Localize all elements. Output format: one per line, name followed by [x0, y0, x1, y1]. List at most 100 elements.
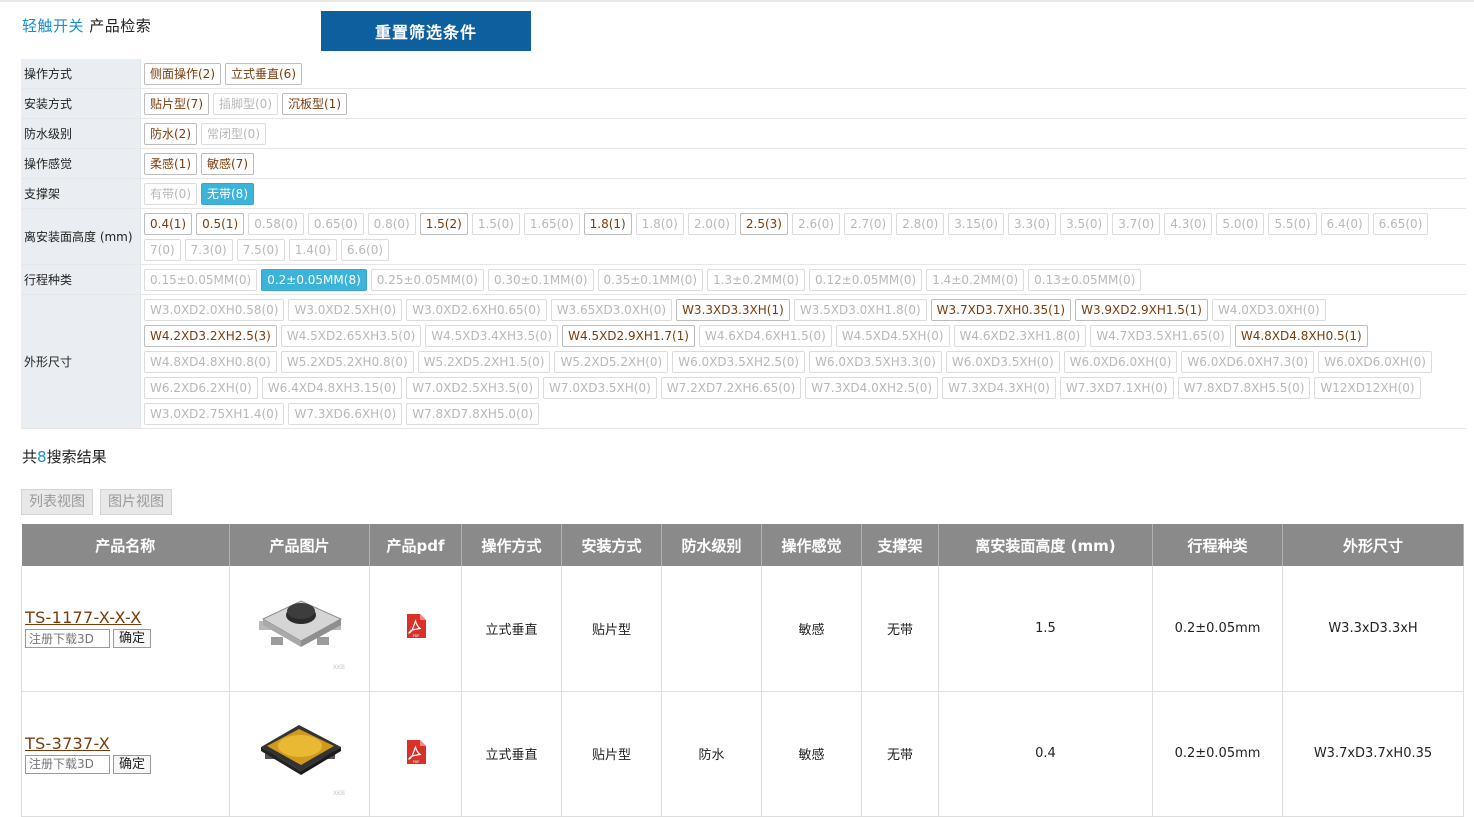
filter-option[interactable]: 0.15±0.05MM(0): [144, 269, 258, 291]
filter-option[interactable]: 0.12±0.05MM(0): [809, 269, 923, 291]
filter-option[interactable]: 7(0): [144, 239, 181, 261]
filter-option[interactable]: W7.0XD3.5XH(0): [543, 377, 657, 399]
filter-option[interactable]: 5.0(0): [1216, 213, 1265, 235]
filter-option[interactable]: 0.8(0): [367, 213, 416, 235]
filter-option[interactable]: W6.4XD4.8XH3.15(0): [261, 377, 403, 399]
filter-option[interactable]: 侧面操作(2): [144, 63, 221, 85]
filter-option[interactable]: W7.3XD4.3XH(0): [942, 377, 1056, 399]
filter-option[interactable]: W3.0XD2.75XH1.4(0): [144, 403, 285, 425]
filter-option[interactable]: W4.8XD4.8XH0.5(1): [1234, 325, 1368, 347]
filter-option[interactable]: 1.4±0.2MM(0): [926, 269, 1025, 291]
download-3d-input[interactable]: [25, 754, 110, 774]
filter-option[interactable]: W5.2XD5.2XH(0): [554, 351, 669, 373]
filter-option[interactable]: W7.2XD7.2XH6.65(0): [660, 377, 802, 399]
confirm-button[interactable]: 确定: [113, 754, 152, 774]
filter-option[interactable]: W6.0XD6.0XH7.3(0): [1181, 351, 1315, 373]
product-image[interactable]: XKB: [245, 581, 355, 671]
filter-option[interactable]: W4.7XD3.5XH1.65(0): [1090, 325, 1231, 347]
filter-option[interactable]: W7.8XD7.8XH5.0(0): [406, 403, 540, 425]
filter-option[interactable]: W4.6XD2.3XH1.8(0): [953, 325, 1087, 347]
filter-option[interactable]: 0.2±0.05MM(8): [261, 269, 367, 291]
filter-option[interactable]: W6.0XD6.0XH(0): [1318, 351, 1432, 373]
filter-option[interactable]: W4.5XD2.65XH3.5(0): [280, 325, 422, 347]
filter-option[interactable]: 常闭型(0): [201, 123, 266, 145]
filter-option[interactable]: W7.3XD7.1XH(0): [1059, 377, 1174, 399]
filter-option[interactable]: W6.0XD3.5XH2.5(0): [672, 351, 806, 373]
filter-option[interactable]: W12XD12XH(0): [1314, 377, 1421, 399]
filter-option[interactable]: 立式垂直(6): [225, 63, 302, 85]
filter-option[interactable]: W3.0XD2.6XH0.65(0): [406, 299, 547, 321]
filter-option[interactable]: W7.0XD2.5XH3.5(0): [406, 377, 540, 399]
filter-option[interactable]: 0.58(0): [248, 213, 304, 235]
download-3d-input[interactable]: [25, 629, 110, 649]
filter-option[interactable]: W3.3XD3.3XH(1): [676, 299, 790, 321]
filter-option[interactable]: 5.5(0): [1268, 213, 1317, 235]
filter-option[interactable]: 0.5(1): [196, 213, 245, 235]
filter-option[interactable]: W4.0XD3.0XH(0): [1211, 299, 1326, 321]
grid-view-button[interactable]: 图片视图: [100, 489, 172, 515]
product-name-link[interactable]: TS-1177-X-X-X: [25, 608, 228, 627]
filter-option[interactable]: 2.7(0): [844, 213, 893, 235]
filter-option[interactable]: 3.5(0): [1060, 213, 1109, 235]
filter-option[interactable]: W3.0XD2.0XH0.58(0): [144, 299, 285, 321]
pdf-icon[interactable]: PDF: [405, 739, 427, 765]
filter-option[interactable]: 敏感(7): [201, 153, 254, 175]
filter-option[interactable]: 6.65(0): [1372, 213, 1429, 235]
pdf-icon[interactable]: PDF: [405, 613, 427, 639]
filter-option[interactable]: 2.8(0): [896, 213, 945, 235]
filter-option[interactable]: 3.15(0): [948, 213, 1004, 235]
filter-option[interactable]: 4.3(0): [1164, 213, 1213, 235]
filter-option[interactable]: 1.4(0): [288, 239, 337, 261]
filter-option[interactable]: W3.5XD3.0XH1.8(0): [793, 299, 927, 321]
filter-option[interactable]: 1.8(0): [635, 213, 684, 235]
filter-option[interactable]: W5.2XD5.2XH1.5(0): [417, 351, 551, 373]
filter-option[interactable]: W3.65XD3.0XH(0): [550, 299, 673, 321]
filter-option[interactable]: 2.5(3): [739, 213, 788, 235]
filter-option[interactable]: W5.2XD5.2XH0.8(0): [280, 351, 414, 373]
filter-option[interactable]: 0.25±0.05MM(0): [370, 269, 484, 291]
filter-option[interactable]: 贴片型(7): [144, 93, 209, 115]
product-name-link[interactable]: TS-3737-X: [25, 734, 228, 753]
filter-option[interactable]: W6.0XD3.5XH3.3(0): [809, 351, 942, 373]
filter-option[interactable]: 7.3(0): [184, 239, 233, 261]
confirm-button[interactable]: 确定: [113, 629, 152, 649]
filter-option[interactable]: 1.8(1): [583, 213, 632, 235]
filter-option[interactable]: 1.5(0): [471, 213, 520, 235]
filter-option[interactable]: 沉板型(1): [282, 93, 347, 115]
filter-option[interactable]: 7.5(0): [236, 239, 285, 261]
filter-option[interactable]: W7.3XD6.6XH(0): [288, 403, 403, 425]
filter-option[interactable]: W6.0XD3.5XH(0): [945, 351, 1060, 373]
filter-option[interactable]: W4.5XD3.4XH3.5(0): [425, 325, 559, 347]
filter-option[interactable]: 0.4(1): [144, 213, 193, 235]
filter-option[interactable]: 0.35±0.1MM(0): [597, 269, 704, 291]
filter-option[interactable]: 0.13±0.05MM(0): [1028, 269, 1142, 291]
filter-option[interactable]: W3.7XD3.7XH0.35(1): [930, 299, 1072, 321]
filter-option[interactable]: W4.5XD2.9XH1.7(1): [562, 325, 695, 347]
filter-option[interactable]: 插脚型(0): [213, 93, 278, 115]
filter-option[interactable]: 2.6(0): [792, 213, 841, 235]
filter-option[interactable]: W3.9XD2.9XH1.5(1): [1075, 299, 1208, 321]
filter-option[interactable]: 防水(2): [144, 123, 197, 145]
filter-option[interactable]: 无带(8): [201, 183, 254, 205]
filter-option[interactable]: 6.4(0): [1320, 213, 1369, 235]
filter-option[interactable]: 1.65(0): [523, 213, 580, 235]
filter-option[interactable]: 3.3(0): [1008, 213, 1057, 235]
filter-option[interactable]: 6.6(0): [340, 239, 390, 261]
filter-option[interactable]: W4.8XD4.8XH0.8(0): [144, 351, 277, 373]
filter-option[interactable]: 柔感(1): [144, 153, 197, 175]
reset-filters-button[interactable]: 重置筛选条件: [321, 11, 531, 51]
filter-option[interactable]: 1.5(2): [419, 213, 468, 235]
product-image[interactable]: XKB: [245, 707, 355, 797]
filter-option[interactable]: 0.65(0): [307, 213, 364, 235]
filter-option[interactable]: W6.2XD6.2XH(0): [144, 377, 258, 399]
filter-option[interactable]: W4.5XD4.5XH(0): [835, 325, 950, 347]
filter-option[interactable]: 3.7(0): [1112, 213, 1161, 235]
filter-option[interactable]: 2.0(0): [687, 213, 736, 235]
filter-option[interactable]: W7.3XD4.0XH2.5(0): [805, 377, 939, 399]
filter-option[interactable]: W4.6XD4.6XH1.5(0): [698, 325, 832, 347]
filter-option[interactable]: W7.8XD7.8XH5.5(0): [1177, 377, 1311, 399]
filter-option[interactable]: W6.0XD6.0XH(0): [1063, 351, 1178, 373]
filter-option[interactable]: 1.3±0.2MM(0): [707, 269, 806, 291]
filter-option[interactable]: 有带(0): [144, 183, 197, 205]
filter-option[interactable]: W3.0XD2.5XH(0): [288, 299, 403, 321]
